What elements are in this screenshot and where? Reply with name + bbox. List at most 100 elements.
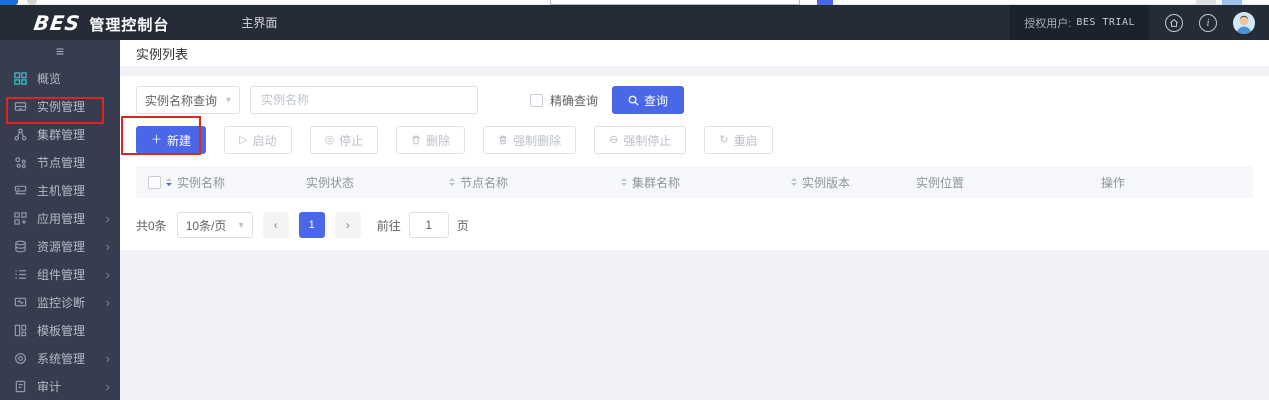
sidebar-item-audit[interactable]: 审计 › [0, 372, 120, 400]
user-avatar[interactable] [1233, 11, 1255, 34]
sidebar-menu: 概览 实例管理 集群管理 节点管理 主机管理 应用管理 › 资源管理 › 组件管… [0, 60, 120, 400]
table-header-row: 实例名称 实例状态 节点名称 集群名称 实例版本 实例位置 操作 [136, 166, 1253, 198]
browser-button-fragment [1196, 0, 1216, 5]
sidebar-item-label: 集群管理 [37, 127, 86, 142]
sidebar-item-instance-mgmt[interactable]: 实例管理 [0, 92, 120, 120]
sidebar-item-label: 实例管理 [37, 99, 86, 114]
sidebar-item-label: 应用管理 [37, 211, 86, 226]
chevron-right-icon: › [105, 210, 110, 226]
force-stop-button[interactable]: ⊖ 强制停止 [594, 126, 687, 154]
goto-page-input[interactable] [408, 212, 449, 238]
trash-icon [498, 135, 508, 145]
next-page-button[interactable]: › [334, 212, 361, 238]
search-field-select-value: 实例名称查询 [145, 93, 218, 108]
column-cluster-name[interactable]: 集群名称 [621, 174, 791, 191]
force-delete-button-label: 强制删除 [513, 133, 562, 148]
plus-icon: ＋ [151, 133, 162, 146]
exact-query-checkbox[interactable] [530, 93, 543, 107]
audit-doc-icon [14, 379, 28, 393]
prev-page-button[interactable]: ‹ [262, 212, 289, 238]
info-icon[interactable]: i [1199, 13, 1217, 32]
play-icon: ▷ [239, 133, 248, 146]
restart-button[interactable]: ↻ 重启 [704, 126, 773, 154]
header-right-group: 授权用户: BES TRIAL i [1010, 5, 1269, 40]
create-button[interactable]: ＋ 新建 [136, 126, 207, 154]
force-stop-button-label: 强制停止 [623, 133, 672, 148]
sidebar-item-overview[interactable]: 概览 [0, 64, 120, 92]
sidebar-collapse-icon[interactable]: ≡ [0, 42, 120, 60]
sidebar-item-monitor-diagnosis[interactable]: 监控诊断 › [0, 288, 120, 316]
chevron-right-icon: › [105, 350, 110, 366]
column-node-name[interactable]: 节点名称 [449, 174, 621, 191]
sidebar-item-resource-mgmt[interactable]: 资源管理 › [0, 232, 120, 260]
home-icon[interactable] [1165, 13, 1183, 32]
stop-button-label: 停止 [339, 133, 364, 148]
refresh-icon: ↻ [719, 133, 729, 146]
template-icon [14, 323, 28, 337]
query-button[interactable]: 查询 [612, 86, 685, 114]
licensed-user-label: 授权用户: [1024, 17, 1072, 30]
sidebar-item-app-mgmt[interactable]: 应用管理 › [0, 204, 120, 232]
sidebar-item-label: 资源管理 [37, 239, 86, 254]
select-all-cell [136, 175, 166, 189]
sidebar-item-host-mgmt[interactable]: 主机管理 [0, 176, 120, 204]
column-label: 实例状态 [306, 175, 355, 190]
sort-caret-icon[interactable] [621, 178, 627, 186]
page-1-button[interactable]: 1 [298, 212, 325, 238]
browser-chrome-strip [0, 0, 1269, 5]
sidebar-item-cluster-mgmt[interactable]: 集群管理 [0, 120, 120, 148]
app-header: BES 管理控制台 主界面 授权用户: BES TRIAL i [0, 5, 1269, 40]
sidebar-item-node-mgmt[interactable]: 节点管理 [0, 148, 120, 176]
chevron-right-icon: › [105, 266, 110, 282]
chevron-right-icon: › [105, 238, 110, 254]
sort-caret-icon[interactable] [166, 178, 172, 186]
column-instance-name[interactable]: 实例名称 [166, 174, 306, 191]
sort-caret-icon[interactable] [449, 178, 455, 186]
column-instance-version[interactable]: 实例版本 [791, 174, 916, 191]
sidebar: ≡ 概览 实例管理 集群管理 节点管理 主机管理 应用管理 › 资源管理 › 组… [0, 40, 120, 400]
system-gear-icon [14, 351, 28, 365]
page-size-select[interactable]: 10条/页 ▾ [176, 212, 253, 238]
force-delete-button[interactable]: 强制删除 [483, 126, 577, 154]
browser-addressbar-fragment [550, 0, 800, 5]
sidebar-item-template-mgmt[interactable]: 模板管理 [0, 316, 120, 344]
trash-icon [411, 135, 421, 145]
pagination-bar: 共0条 10条/页 ▾ ‹ 1 › 前往 页 [136, 212, 1253, 238]
tab-main-view[interactable]: 主界面 [231, 14, 287, 31]
app-logo: BES 管理控制台 [32, 10, 169, 35]
sidebar-item-label: 节点管理 [37, 155, 86, 170]
sidebar-item-component-mgmt[interactable]: 组件管理 › [0, 260, 120, 288]
start-button-label: 启动 [252, 133, 277, 148]
logo-bes-text: BES [32, 10, 82, 35]
delete-button-label: 删除 [426, 133, 451, 148]
sidebar-item-label: 监控诊断 [37, 295, 86, 310]
instance-list-card: 实例名称查询 ▾ 精确查询 查询 ＋ 新建 [120, 76, 1269, 250]
app-icon [14, 211, 28, 225]
sidebar-item-system-mgmt[interactable]: 系统管理 › [0, 344, 120, 372]
delete-button[interactable]: 删除 [396, 126, 466, 154]
chevron-right-icon: › [105, 378, 110, 394]
column-label: 实例版本 [802, 175, 851, 190]
browser-icon-fragment [27, 0, 37, 5]
sort-caret-icon[interactable] [791, 178, 797, 186]
column-label: 操作 [1101, 175, 1126, 190]
main-content: 实例列表 实例名称查询 ▾ 精确查询 查询 [120, 40, 1269, 400]
column-label: 实例位置 [916, 175, 965, 190]
select-all-checkbox[interactable] [148, 175, 161, 189]
stop-button[interactable]: ◎ 停止 [309, 126, 379, 154]
exact-query-option[interactable]: 精确查询 [530, 92, 598, 109]
search-row: 实例名称查询 ▾ 精确查询 查询 [136, 86, 1253, 114]
instance-icon [14, 99, 28, 113]
column-label: 集群名称 [632, 175, 681, 190]
start-button[interactable]: ▷ 启动 [224, 126, 292, 154]
browser-accent-fragment [817, 0, 833, 5]
search-field-select[interactable]: 实例名称查询 ▾ [136, 86, 240, 114]
chevron-right-icon: › [105, 294, 110, 310]
toolbar-row: ＋ 新建 ▷ 启动 ◎ 停止 删除 强制删除 ⊖ 强制停止 ↻ 重启 [136, 126, 1253, 154]
sidebar-item-label: 模板管理 [37, 323, 86, 338]
chevron-down-icon: ▾ [225, 94, 231, 106]
resource-icon [14, 239, 28, 253]
overview-grid-icon [14, 71, 28, 85]
chevron-down-icon: ▾ [238, 219, 244, 231]
search-input[interactable] [250, 86, 478, 114]
